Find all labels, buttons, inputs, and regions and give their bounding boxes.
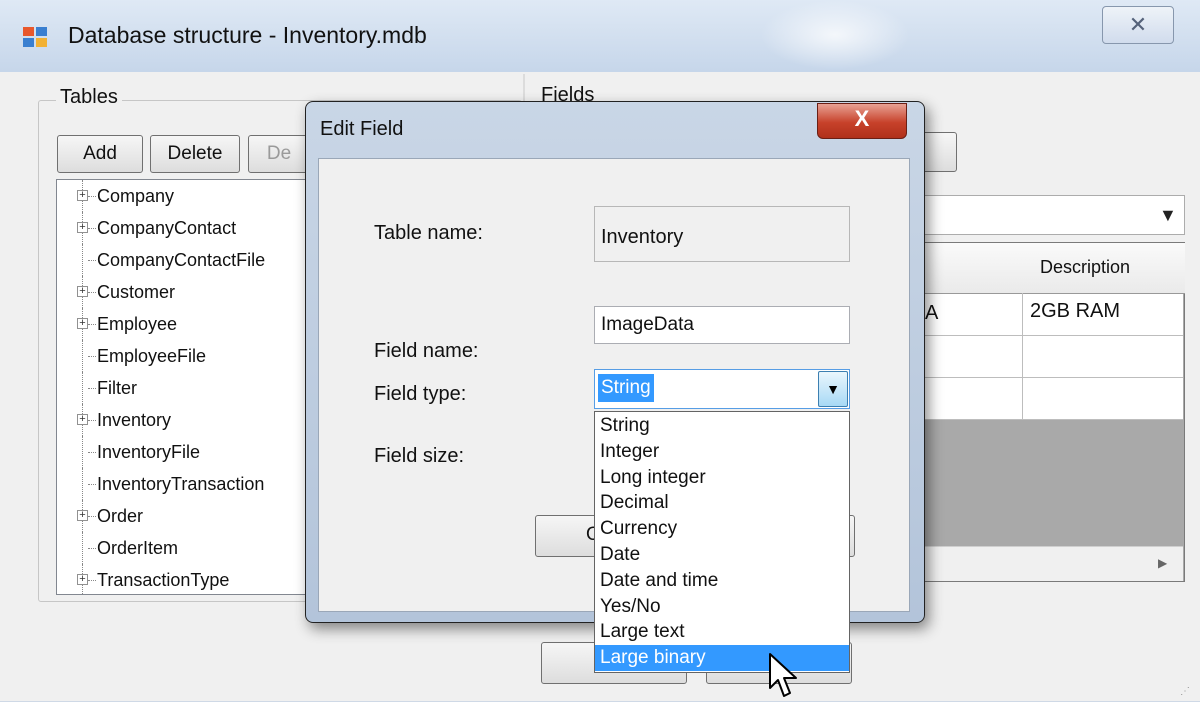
- expand-icon[interactable]: +: [77, 510, 88, 521]
- tree-item[interactable]: + Inventory: [57, 404, 317, 436]
- dropdown-option[interactable]: Currency: [595, 516, 849, 542]
- close-icon[interactable]: ✕: [1102, 6, 1174, 44]
- tree-item[interactable]: + CompanyContact: [57, 212, 317, 244]
- tree-connector: [82, 340, 83, 372]
- tree-connector: [82, 468, 83, 500]
- grid-cell[interactable]: A: [925, 302, 938, 325]
- tree-item-label: CompanyContact: [97, 218, 237, 238]
- tree-connector: [82, 244, 83, 276]
- tables-tree[interactable]: + Company + CompanyContact CompanyContactFil…: [56, 179, 318, 595]
- fields-table-select[interactable]: [905, 195, 1185, 235]
- tree-item[interactable]: + TransactionType: [57, 564, 317, 594]
- grid-cell-description[interactable]: 2GB RAM: [1030, 300, 1120, 323]
- table-name-value: Inventory: [601, 226, 684, 248]
- tree-connector: [88, 196, 96, 197]
- expand-icon[interactable]: +: [77, 190, 88, 201]
- tree-item-label: Employee: [97, 314, 178, 334]
- dropdown-option[interactable]: Long integer: [595, 465, 849, 491]
- expand-icon[interactable]: +: [77, 414, 88, 425]
- chevron-down-icon[interactable]: ▼: [1159, 205, 1177, 226]
- tree-item[interactable]: InventoryFile: [57, 436, 317, 468]
- tree-connector: [88, 516, 96, 517]
- tree-item-label: Order: [97, 506, 144, 526]
- tree-item-label: EmployeeFile: [97, 346, 207, 366]
- expand-icon[interactable]: +: [77, 318, 88, 329]
- horizontal-scrollbar[interactable]: [906, 546, 1183, 581]
- tree-connector: [82, 436, 83, 468]
- tree-connector: [88, 548, 96, 549]
- dropdown-option[interactable]: Large text: [595, 619, 849, 645]
- grid-column-header-description[interactable]: Description: [1040, 257, 1130, 278]
- expand-icon[interactable]: +: [77, 574, 88, 585]
- field-type-selected-value[interactable]: String: [598, 374, 654, 402]
- titlebar-glow: [760, 0, 910, 70]
- tree-connector: [88, 388, 96, 389]
- tree-connector: [88, 452, 96, 453]
- table-grid-icon: [23, 27, 47, 47]
- tree-item[interactable]: EmployeeFile: [57, 340, 317, 372]
- tree-item-label: OrderItem: [97, 538, 179, 558]
- field-size-label: Field size:: [374, 445, 465, 467]
- chevron-down-icon[interactable]: ▼: [818, 371, 848, 407]
- tree-item[interactable]: OrderItem: [57, 532, 317, 564]
- tree-connector: [88, 580, 96, 581]
- tree-item[interactable]: + Employee: [57, 308, 317, 340]
- tree-item[interactable]: + Order: [57, 500, 317, 532]
- table-row[interactable]: [906, 378, 1183, 420]
- window-title: Database structure - Inventory.mdb: [68, 22, 427, 48]
- tree-connector: [88, 324, 96, 325]
- dialog-title: Edit Field: [320, 118, 404, 140]
- resize-grip-icon[interactable]: ⋰: [1180, 686, 1190, 697]
- field-name-label: Field name:: [374, 340, 479, 362]
- mouse-pointer-icon: [769, 653, 797, 697]
- dropdown-option[interactable]: Yes/No: [595, 594, 849, 620]
- tree-item-label: Customer: [97, 282, 176, 302]
- dropdown-option[interactable]: Date: [595, 542, 849, 568]
- tree-item-label: CompanyContactFile: [97, 250, 266, 270]
- tree-item-label: Filter: [97, 378, 137, 398]
- tree-item[interactable]: + Company: [57, 180, 317, 212]
- tree-item-label: TransactionType: [97, 570, 230, 590]
- tree-item-label: InventoryTransaction: [97, 474, 265, 494]
- tree-connector: [88, 228, 96, 229]
- add-table-button[interactable]: Add: [57, 135, 143, 173]
- expand-icon[interactable]: +: [77, 286, 88, 297]
- tree-connector: [88, 292, 96, 293]
- table-row[interactable]: [906, 336, 1183, 378]
- dropdown-option[interactable]: Decimal: [595, 490, 849, 516]
- expand-icon[interactable]: +: [77, 222, 88, 233]
- tree-connector: [82, 532, 83, 564]
- dropdown-option[interactable]: Integer: [595, 439, 849, 465]
- dropdown-option[interactable]: Large binary: [595, 645, 849, 672]
- tree-connector: [88, 260, 96, 261]
- design-table-button[interactable]: De: [248, 135, 310, 173]
- close-icon[interactable]: X: [817, 103, 907, 139]
- tree-item-label: Company: [97, 186, 175, 206]
- tree-item[interactable]: Filter: [57, 372, 317, 404]
- field-type-label: Field type:: [374, 383, 467, 405]
- tree-connector: [88, 484, 96, 485]
- grid-column-divider: [1022, 293, 1023, 419]
- tree-item-label: InventoryFile: [97, 442, 201, 462]
- scroll-right-icon[interactable]: ▶: [1158, 556, 1167, 570]
- dropdown-option[interactable]: String: [595, 413, 849, 439]
- tree-item-label: Inventory: [97, 410, 172, 430]
- tree-connector: [88, 356, 96, 357]
- tree-item[interactable]: InventoryTransaction: [57, 468, 317, 500]
- tree-item[interactable]: CompanyContactFile: [57, 244, 317, 276]
- field-name-input[interactable]: [594, 306, 850, 344]
- delete-table-button[interactable]: Delete: [150, 135, 240, 173]
- tree-item[interactable]: + Customer: [57, 276, 317, 308]
- tables-group-label: Tables: [56, 86, 122, 109]
- tree-connector: [82, 372, 83, 404]
- tree-connector: [88, 420, 96, 421]
- table-name-label: Table name:: [374, 222, 483, 244]
- dropdown-option[interactable]: Date and time: [595, 568, 849, 594]
